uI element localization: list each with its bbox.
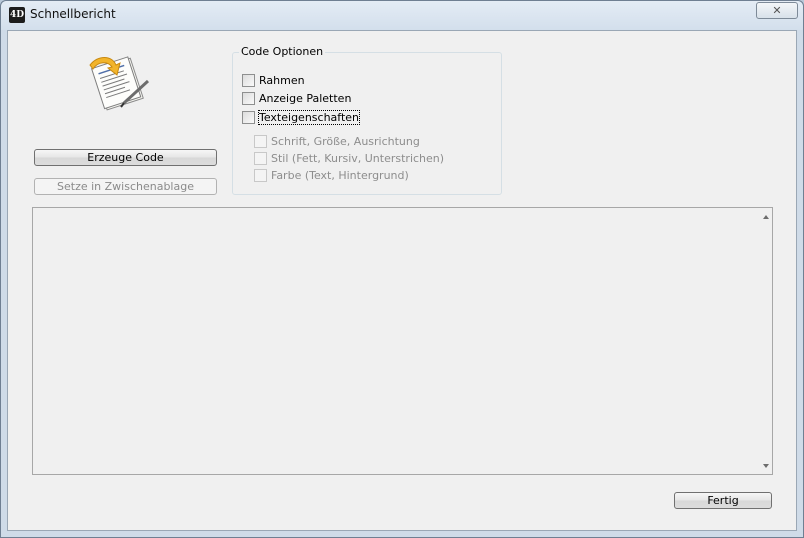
color-checkbox-label[interactable]: Farbe (Text, Hintergrund) bbox=[271, 169, 409, 182]
frame-checkbox-row[interactable]: Rahmen bbox=[242, 73, 305, 87]
font-size-align-checkbox-row[interactable]: Schrift, Größe, Ausrichtung bbox=[254, 134, 420, 148]
title-bar[interactable]: 4D Schnellbericht ✕ bbox=[1, 1, 803, 30]
palettes-checkbox-label[interactable]: Anzeige Paletten bbox=[259, 92, 351, 105]
done-button[interactable]: Fertig bbox=[674, 492, 772, 509]
style-checkbox-row[interactable]: Stil (Fett, Kursiv, Unterstrichen) bbox=[254, 151, 444, 165]
report-window: 4D Schnellbericht ✕ Erzeuge Code Setze i… bbox=[0, 0, 804, 538]
close-button[interactable]: ✕ bbox=[756, 2, 798, 19]
text-properties-checkbox[interactable] bbox=[242, 110, 255, 124]
quick-report-document-icon bbox=[89, 56, 150, 111]
text-properties-checkbox-row[interactable]: Texteigenschaften bbox=[242, 109, 361, 125]
font-size-align-checkbox-label[interactable]: Schrift, Größe, Ausrichtung bbox=[271, 135, 420, 148]
scroll-down-icon[interactable] bbox=[763, 464, 769, 468]
window-title: Schnellbericht bbox=[30, 7, 116, 21]
text-properties-checkbox-label[interactable]: Texteigenschaften bbox=[257, 109, 361, 125]
palettes-checkbox-row[interactable]: Anzeige Paletten bbox=[242, 91, 351, 105]
font-size-align-checkbox[interactable] bbox=[254, 134, 267, 148]
code-output-scrollbar[interactable] bbox=[757, 208, 772, 474]
close-icon: ✕ bbox=[772, 4, 782, 17]
palettes-checkbox[interactable] bbox=[242, 91, 255, 105]
dialog-body: Erzeuge Code Setze in Zwischenablage Cod… bbox=[7, 30, 797, 531]
4d-app-icon: 4D bbox=[9, 7, 25, 23]
generate-code-button[interactable]: Erzeuge Code bbox=[34, 149, 217, 166]
scroll-up-icon[interactable] bbox=[763, 215, 769, 219]
color-checkbox-row[interactable]: Farbe (Text, Hintergrund) bbox=[254, 168, 409, 182]
code-options-label: Code Optionen bbox=[239, 45, 326, 58]
frame-checkbox-label[interactable]: Rahmen bbox=[259, 74, 305, 87]
frame-checkbox[interactable] bbox=[242, 73, 255, 87]
style-checkbox[interactable] bbox=[254, 151, 267, 165]
code-output-area[interactable] bbox=[32, 207, 773, 475]
style-checkbox-label[interactable]: Stil (Fett, Kursiv, Unterstrichen) bbox=[271, 152, 444, 165]
color-checkbox[interactable] bbox=[254, 168, 267, 182]
copy-to-clipboard-button[interactable]: Setze in Zwischenablage bbox=[34, 178, 217, 195]
